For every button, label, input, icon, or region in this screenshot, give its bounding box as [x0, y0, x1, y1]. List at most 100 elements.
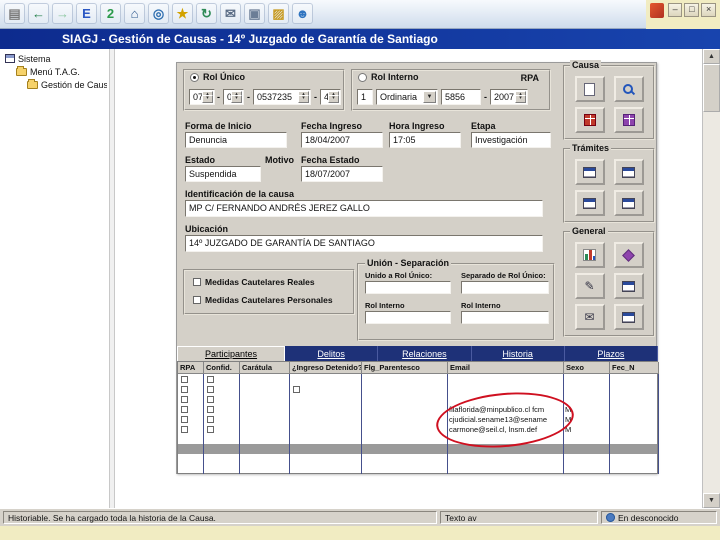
- identificacion-field[interactable]: MP C/ FERNANDO ANDRÉS JEREZ GALLO: [185, 200, 543, 217]
- tab-participantes[interactable]: Participantes: [177, 346, 286, 361]
- history-icon[interactable]: ↻: [196, 3, 217, 24]
- rpa-checkbox[interactable]: [181, 425, 188, 433]
- forma-inicio-field[interactable]: Denuncia: [185, 132, 287, 148]
- rpa-checkbox[interactable]: [181, 385, 188, 393]
- tree-item-2[interactable]: Menú T.A.G.: [2, 65, 107, 78]
- separado-field[interactable]: [461, 281, 549, 294]
- fecha-ingreso-field[interactable]: 18/04/2007: [301, 132, 383, 148]
- forward-icon[interactable]: →: [52, 3, 73, 24]
- anio-spinner[interactable]: 2007: [490, 89, 528, 105]
- rpa-checkbox[interactable]: [181, 395, 188, 403]
- estado-field[interactable]: Suspendida: [185, 166, 261, 182]
- confid-checkbox[interactable]: [207, 385, 214, 393]
- rol-unico-part4-spinner[interactable]: 4: [320, 89, 341, 105]
- detenido-checkbox[interactable]: [293, 385, 300, 393]
- column-header-confid[interactable]: Confid.: [204, 362, 240, 374]
- tree-item-1[interactable]: Sistema: [2, 52, 107, 65]
- column-header-rpa[interactable]: RPA: [178, 362, 204, 374]
- rol-unico-radio[interactable]: [190, 72, 199, 82]
- tab-historia[interactable]: Historia: [472, 346, 565, 361]
- rpa-checkbox[interactable]: [181, 415, 188, 423]
- confid-checkbox[interactable]: [207, 415, 214, 423]
- rol-unico-part3-spinner[interactable]: 0537235: [253, 89, 311, 105]
- tramite-button-3[interactable]: [574, 190, 605, 216]
- grid-row-5[interactable]: cjudicial.sename13@sename M: [178, 414, 659, 424]
- scroll-thumb[interactable]: [703, 64, 720, 112]
- list-button[interactable]: [613, 304, 644, 330]
- splitter[interactable]: [109, 49, 115, 508]
- etapa-field[interactable]: Investigación: [471, 132, 551, 148]
- rol-interno-num-field[interactable]: 5856: [441, 89, 481, 105]
- rol-interno-right-field[interactable]: [461, 311, 549, 324]
- tramite-button-1[interactable]: [574, 159, 605, 185]
- tab-delitos[interactable]: Delitos: [285, 346, 379, 361]
- column-header-flg[interactable]: Flg_Parentesco: [362, 362, 448, 374]
- rpa-checkbox[interactable]: [181, 405, 188, 413]
- tab-plazos[interactable]: Plazos: [565, 346, 658, 361]
- medidas-reales-checkbox[interactable]: [193, 278, 201, 286]
- favorites-icon[interactable]: ★: [172, 3, 193, 24]
- grid-row-9[interactable]: [178, 454, 659, 464]
- rol-unico-part2-spinner[interactable]: 0: [223, 89, 244, 105]
- grid-button[interactable]: [613, 273, 644, 299]
- cell-detenido: [290, 384, 362, 394]
- rol-interno-radio[interactable]: [358, 72, 367, 82]
- app-2-icon[interactable]: 2: [100, 3, 121, 24]
- column-header-fec[interactable]: Fec_N: [610, 362, 659, 374]
- vertical-scrollbar[interactable]: ▲ ▼: [702, 49, 720, 508]
- diamond-button[interactable]: [613, 242, 644, 268]
- folder-icon[interactable]: ▨: [268, 3, 289, 24]
- rol-interno-seq-field[interactable]: 1: [357, 89, 373, 105]
- grid-row-8[interactable]: [178, 444, 659, 454]
- minimize-button[interactable]: –: [667, 3, 683, 17]
- red-grid-button[interactable]: [574, 107, 605, 133]
- confid-checkbox[interactable]: [207, 425, 214, 433]
- mail-icon[interactable]: ✉: [220, 3, 241, 24]
- edit-button[interactable]: ✎: [574, 273, 605, 299]
- chart-button[interactable]: [574, 242, 605, 268]
- tramite-button-4[interactable]: [613, 190, 644, 216]
- grid-row-2[interactable]: [178, 384, 659, 394]
- page-icon[interactable]: ▤: [4, 3, 25, 24]
- column-header-caratula[interactable]: Carátula: [240, 362, 290, 374]
- tramite-button-2[interactable]: [613, 159, 644, 185]
- search-icon[interactable]: ◎: [148, 3, 169, 24]
- mail-button[interactable]: ✉: [574, 304, 605, 330]
- new-doc-button[interactable]: [574, 76, 605, 102]
- print-icon[interactable]: ▣: [244, 3, 265, 24]
- confid-checkbox[interactable]: [207, 395, 214, 403]
- close-button[interactable]: ×: [701, 3, 716, 17]
- grid-row-6[interactable]: carmone@seil.cl, lnsm.def M: [178, 424, 659, 434]
- medidas-personales-checkbox[interactable]: [193, 296, 201, 304]
- tab-relaciones[interactable]: Relaciones: [378, 346, 472, 361]
- purple-grid-button[interactable]: [613, 107, 644, 133]
- column-header-detenido[interactable]: ¿Ingreso Detenido?: [290, 362, 362, 374]
- app-e-icon[interactable]: E: [76, 3, 97, 24]
- scroll-up-icon[interactable]: ▲: [703, 49, 720, 64]
- column-header-email[interactable]: Email: [448, 362, 564, 374]
- rol-unico-part1-spinner[interactable]: 07: [189, 89, 215, 105]
- back-icon[interactable]: ←: [28, 3, 49, 24]
- confid-checkbox[interactable]: [207, 405, 214, 413]
- scroll-down-icon[interactable]: ▼: [703, 493, 720, 508]
- grid-row-1[interactable]: [178, 374, 659, 384]
- grid-row-4[interactable]: fllaflorida@minpublico.cl fcm M: [178, 404, 659, 414]
- grid-row-10[interactable]: [178, 464, 659, 474]
- grid-row-7[interactable]: [178, 434, 659, 444]
- home-icon[interactable]: ⌂: [124, 3, 145, 24]
- unido-field[interactable]: [365, 281, 451, 294]
- tree-item-3[interactable]: Gestión de Causas: [2, 78, 107, 91]
- confid-checkbox[interactable]: [207, 375, 214, 383]
- tipo-causa-dropdown[interactable]: Ordinaria: [376, 89, 438, 105]
- search-causa-button[interactable]: [613, 76, 644, 102]
- side-group-causa: Causa: [563, 60, 655, 140]
- column-header-sexo[interactable]: Sexo: [564, 362, 610, 374]
- messenger-icon[interactable]: ☻: [292, 3, 313, 24]
- ubicacion-field[interactable]: 14º JUZGADO DE GARANTÍA DE SANTIAGO: [185, 235, 543, 252]
- fecha-estado-field[interactable]: 18/07/2007: [301, 166, 383, 182]
- restore-button[interactable]: □: [684, 3, 700, 17]
- grid-row-3[interactable]: [178, 394, 659, 404]
- rol-interno-left-field[interactable]: [365, 311, 451, 324]
- rpa-checkbox[interactable]: [181, 375, 188, 383]
- hora-ingreso-field[interactable]: 17:05: [389, 132, 461, 148]
